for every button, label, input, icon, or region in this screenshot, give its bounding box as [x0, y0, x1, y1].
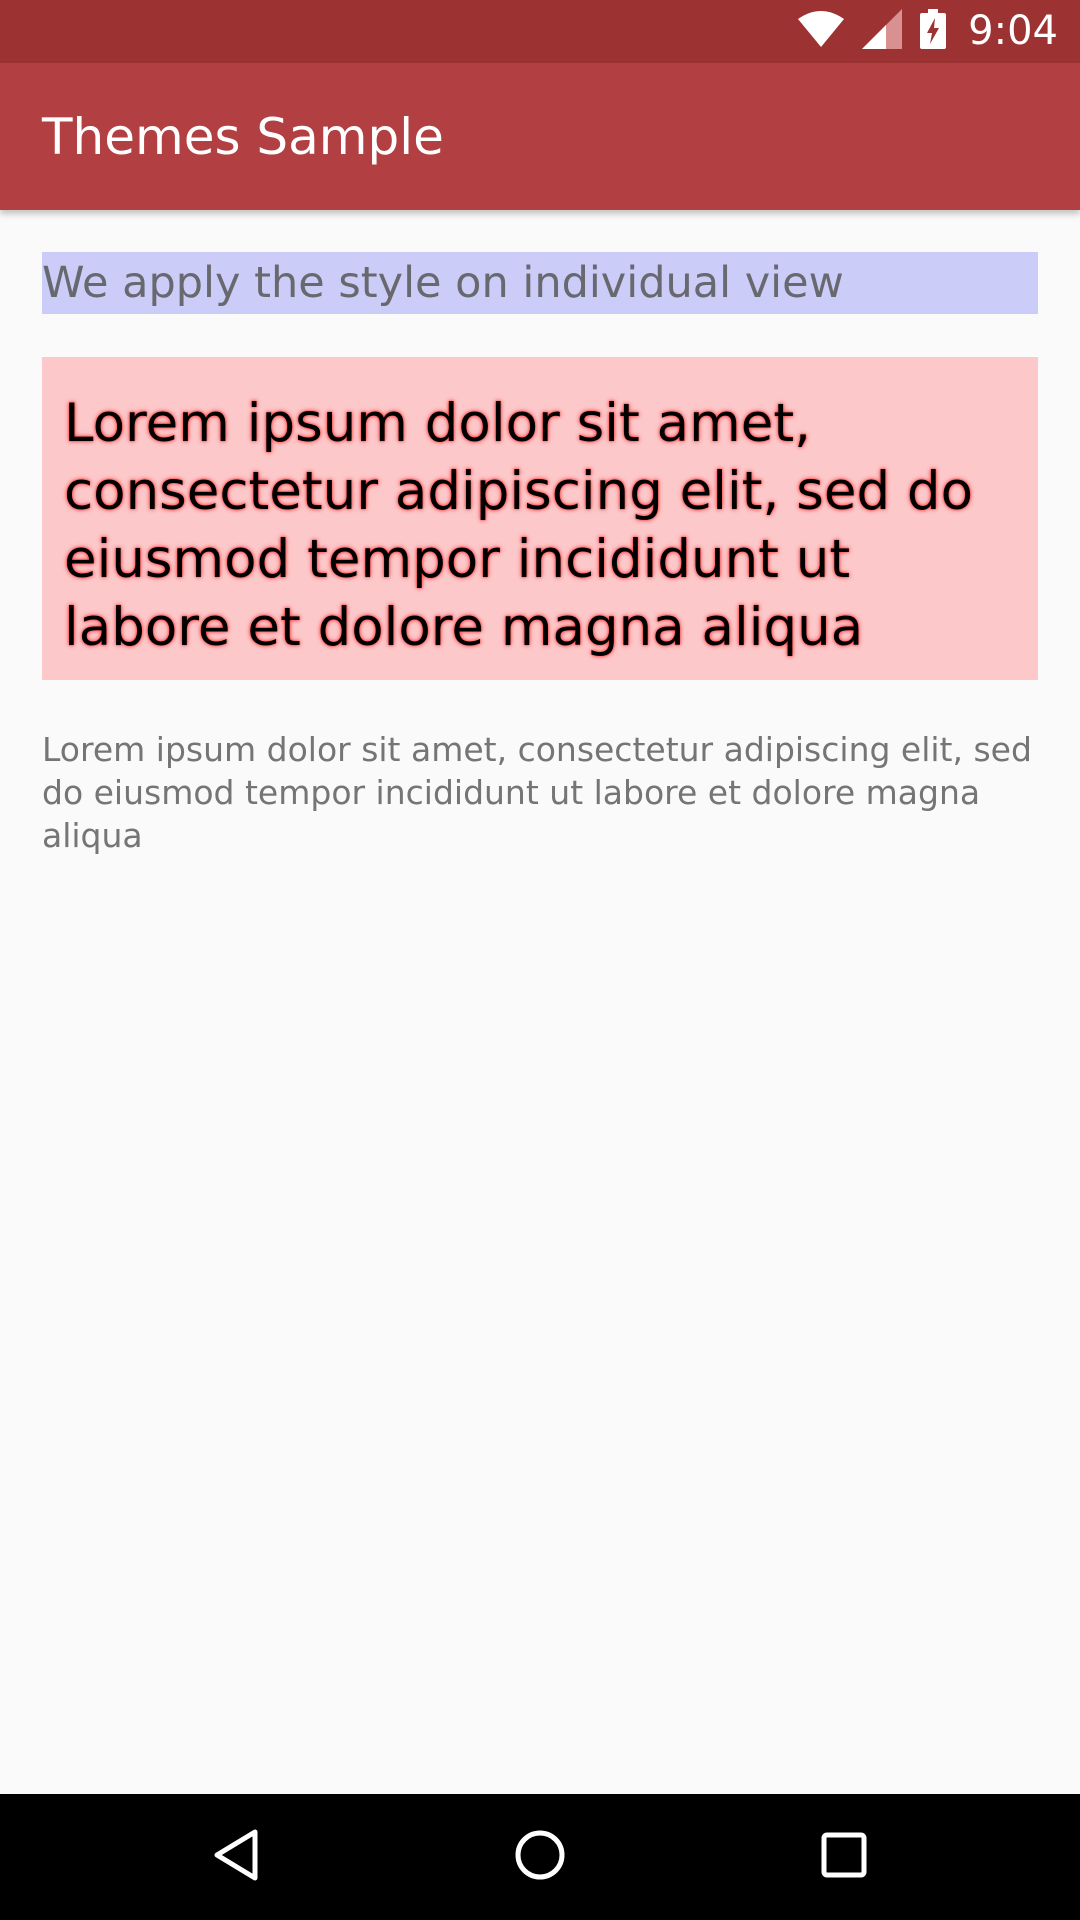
- status-icons: 9:04: [798, 8, 1058, 54]
- status-bar: 9:04: [0, 0, 1080, 63]
- back-icon: [211, 1828, 261, 1886]
- app-title: Themes Sample: [42, 108, 444, 166]
- home-button[interactable]: [505, 1822, 575, 1892]
- lorem-plain-text: Lorem ipsum dolor sit amet, consectetur …: [42, 730, 1032, 855]
- styled-view-label: We apply the style on individual view: [42, 252, 1038, 314]
- cellular-signal-icon: [862, 9, 903, 53]
- wifi-icon: [798, 11, 845, 51]
- main-content: We apply the style on individual view Lo…: [42, 252, 1038, 857]
- battery-charging-icon: [920, 9, 947, 53]
- recents-icon: [819, 1830, 869, 1884]
- status-time: 9:04: [968, 8, 1058, 54]
- app-bar: Themes Sample: [0, 63, 1080, 210]
- home-icon: [513, 1828, 567, 1886]
- recents-button[interactable]: [809, 1822, 879, 1892]
- navigation-bar: [0, 1794, 1080, 1920]
- back-button[interactable]: [201, 1822, 271, 1892]
- lorem-styled-text: Lorem ipsum dolor sit amet, consectetur …: [42, 357, 1038, 680]
